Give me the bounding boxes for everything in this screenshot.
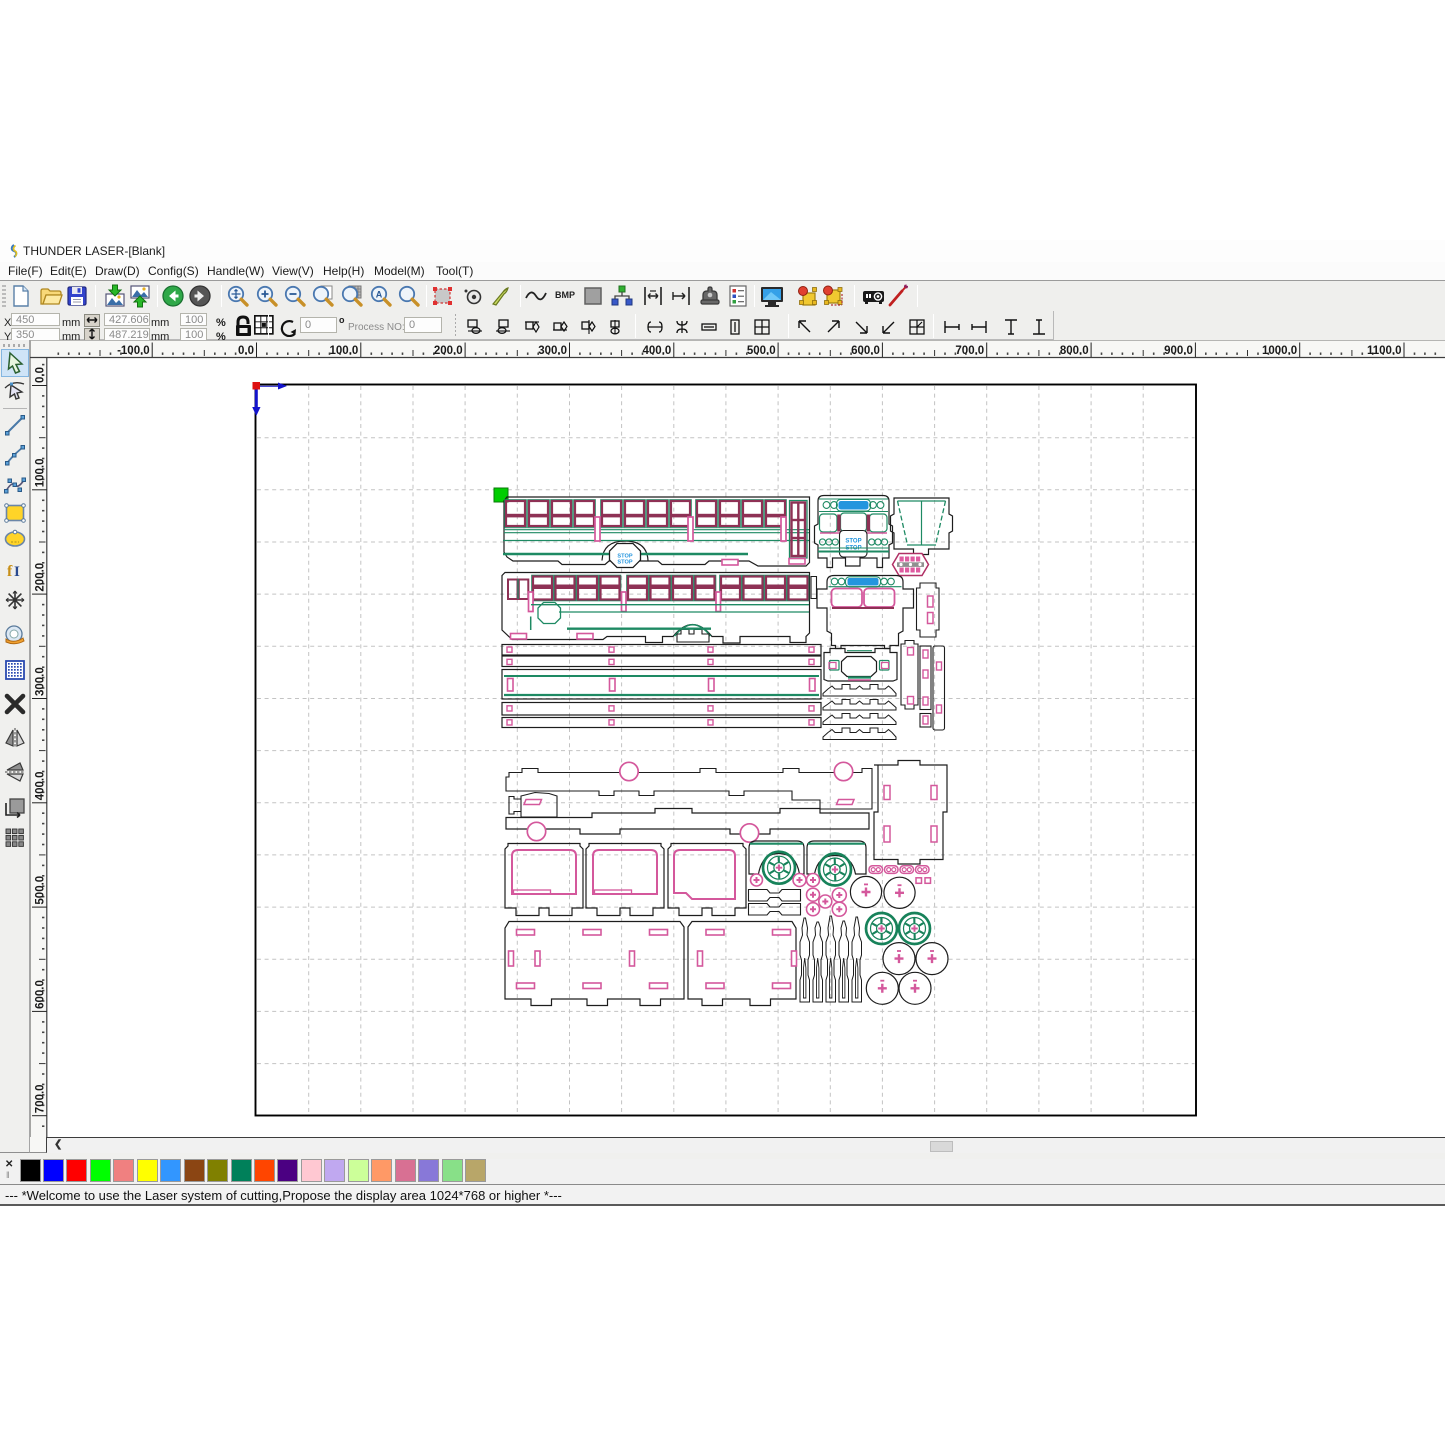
svg-text:600.0: 600.0 [851,345,880,357]
svg-text:700.0: 700.0 [955,345,984,357]
svg-text:200.0: 200.0 [434,345,463,357]
svg-text:700.0: 700.0 [35,1084,47,1113]
svg-text:600.0: 600.0 [35,980,47,1009]
svg-text:400.0: 400.0 [643,345,672,357]
svg-text:100.0: 100.0 [330,345,359,357]
svg-text:800.0: 800.0 [1060,345,1089,357]
svg-text:1100.0: 1100.0 [1367,345,1402,357]
svg-text:300.0: 300.0 [35,667,47,696]
svg-text:0.0: 0.0 [35,367,47,383]
svg-text:500.0: 500.0 [35,876,47,905]
svg-text:500.0: 500.0 [747,345,776,357]
svg-text:0.0: 0.0 [238,345,254,357]
svg-text:900.0: 900.0 [1164,345,1193,357]
svg-text:STOP: STOP [617,560,632,566]
svg-text:f: f [7,563,13,580]
svg-text:100.0: 100.0 [35,459,47,488]
svg-text:400.0: 400.0 [35,772,47,801]
svg-text:A: A [376,290,383,300]
svg-text:300.0: 300.0 [538,345,567,357]
svg-text:-100.0: -100.0 [117,345,150,357]
svg-text:STOP: STOP [845,539,861,545]
svg-text:1000.0: 1000.0 [1262,345,1297,357]
svg-text:200.0: 200.0 [35,563,47,592]
svg-text:I: I [14,564,20,580]
